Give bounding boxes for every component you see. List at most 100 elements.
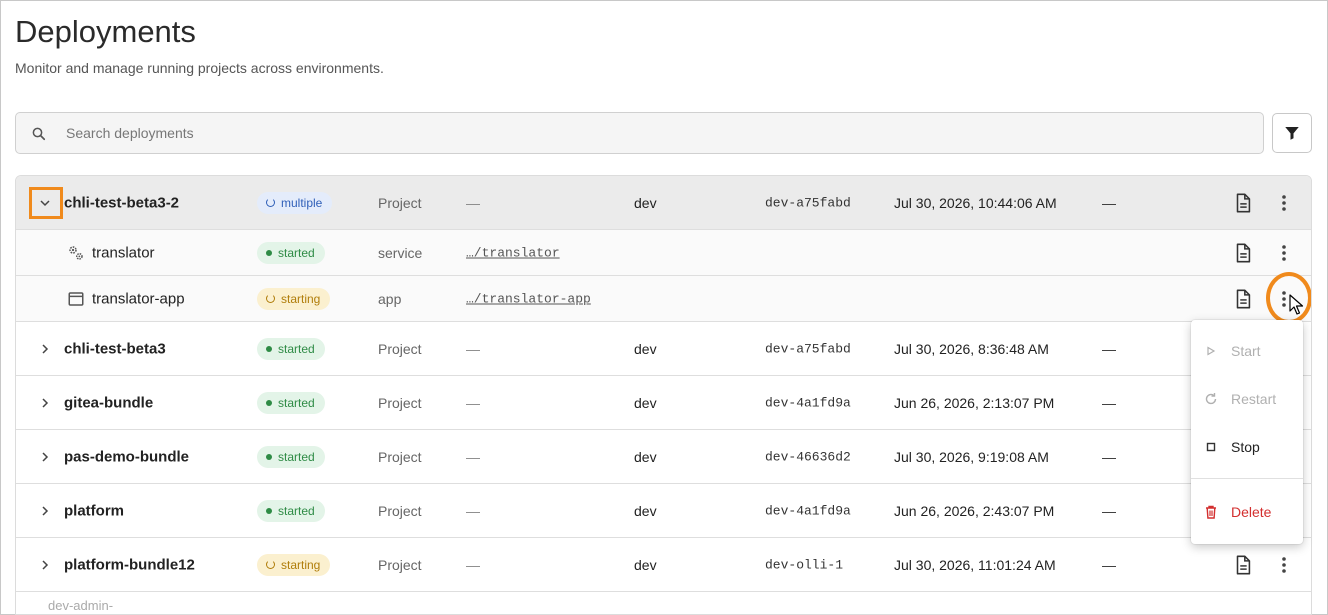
project-name[interactable]: platform xyxy=(64,502,124,519)
status-dot-icon xyxy=(266,453,272,460)
extra-cell: — xyxy=(1102,340,1116,357)
extra-cell: — xyxy=(1102,556,1116,573)
extra-cell: — xyxy=(1102,194,1116,211)
version-cell: dev-a75fabd xyxy=(765,341,851,356)
project-name[interactable]: chli-test-beta3-2 xyxy=(64,194,179,211)
expand-toggle[interactable] xyxy=(34,446,56,468)
stop-icon xyxy=(1206,442,1216,452)
component-name: translator-app xyxy=(92,290,185,307)
expand-toggle[interactable] xyxy=(34,392,56,414)
chevron-down-icon xyxy=(40,199,50,206)
status-text: started xyxy=(278,395,315,410)
document-icon[interactable] xyxy=(1232,554,1254,576)
path-cell: — xyxy=(466,194,480,211)
search-input[interactable] xyxy=(66,113,1246,153)
expand-toggle[interactable] xyxy=(34,338,56,360)
status-badge: started xyxy=(257,391,325,414)
status-text: starting xyxy=(281,291,321,306)
type-cell: Project xyxy=(378,448,422,465)
project-name[interactable]: chli-test-beta3 xyxy=(64,340,166,357)
table-row[interactable]: platform-bundle12 starting Project — dev… xyxy=(16,538,1311,592)
component-name: translator xyxy=(92,244,155,261)
more-button[interactable] xyxy=(1274,555,1294,575)
deployments-table: chli-test-beta3-2 multiple Project — dev… xyxy=(15,175,1312,615)
row-actions-menu: Start Restart Stop Delete xyxy=(1191,320,1303,544)
env-cell: dev xyxy=(634,340,657,357)
expand-toggle[interactable] xyxy=(34,500,56,522)
status-text: multiple xyxy=(281,195,323,210)
table-row[interactable]: platform started Project — dev dev-4a1fd… xyxy=(16,484,1311,538)
path-link[interactable]: …/translator-app xyxy=(466,291,591,306)
spinner-icon xyxy=(266,294,275,303)
table-row[interactable]: translator started service …/translator xyxy=(16,230,1311,276)
path-link[interactable]: …/translator xyxy=(466,245,560,260)
version-cell: dev-46636d2 xyxy=(765,449,851,464)
chevron-right-icon xyxy=(42,397,49,408)
project-name[interactable]: platform-bundle12 xyxy=(64,556,195,573)
filter-button[interactable] xyxy=(1272,113,1312,153)
date-cell: Jul 30, 2026, 9:19:08 AM xyxy=(894,448,1049,465)
more-button[interactable] xyxy=(1274,243,1294,263)
document-icon[interactable] xyxy=(1232,288,1254,310)
page-title: Deployments xyxy=(15,14,196,49)
path-cell: — xyxy=(466,394,480,411)
more-button[interactable] xyxy=(1274,193,1294,213)
env-cell: dev xyxy=(634,394,657,411)
status-badge: started xyxy=(257,337,325,360)
type-cell: Project xyxy=(378,394,422,411)
date-cell: Jul 30, 2026, 8:36:48 AM xyxy=(894,340,1049,357)
version-cell: dev-olli-1 xyxy=(765,557,844,572)
extra-cell: — xyxy=(1102,448,1116,465)
env-cell: dev xyxy=(634,194,657,211)
status-text: starting xyxy=(281,557,321,572)
status-text: started xyxy=(278,341,315,356)
date-cell: Jul 30, 2026, 11:01:24 AM xyxy=(894,556,1056,573)
path-cell: — xyxy=(466,340,480,357)
menu-item-label: Start xyxy=(1231,343,1261,359)
status-dot-icon xyxy=(266,345,272,352)
table-row[interactable]: chli-test-beta3 started Project — dev de… xyxy=(16,322,1311,376)
expand-toggle[interactable] xyxy=(34,554,56,576)
more-vertical-icon xyxy=(1282,556,1286,573)
spinner-icon xyxy=(266,198,275,207)
env-cell: dev xyxy=(634,556,657,573)
table-row[interactable]: gitea-bundle started Project — dev dev-4… xyxy=(16,376,1311,430)
status-text: started xyxy=(278,503,315,518)
chevron-right-icon xyxy=(42,559,49,570)
date-cell: Jun 26, 2026, 2:13:07 PM xyxy=(894,394,1055,411)
table-row[interactable]: chli-test-beta3-2 multiple Project — dev… xyxy=(16,176,1311,230)
table-row[interactable]: pas-demo-bundle started Project — dev de… xyxy=(16,430,1311,484)
more-vertical-icon xyxy=(1282,290,1286,307)
type-cell: Project xyxy=(378,556,422,573)
version-cell: dev-4a1fd9a xyxy=(765,395,851,410)
version-cell: dev-4a1fd9a xyxy=(765,503,851,518)
type-cell: Project xyxy=(378,502,422,519)
date-cell: Jul 30, 2026, 10:44:06 AM xyxy=(894,194,1057,211)
version-cell: dev-a75fabd xyxy=(765,195,851,210)
document-icon[interactable] xyxy=(1232,242,1254,264)
more-vertical-icon xyxy=(1282,194,1286,211)
menu-item-start[interactable]: Start xyxy=(1191,329,1303,373)
path-cell: — xyxy=(466,502,480,519)
more-vertical-icon xyxy=(1282,244,1286,261)
status-badge: starting xyxy=(257,553,331,576)
status-dot-icon xyxy=(266,399,272,406)
document-icon[interactable] xyxy=(1232,192,1254,214)
env-cell: dev xyxy=(634,502,657,519)
menu-item-label: Stop xyxy=(1231,439,1260,455)
menu-item-restart[interactable]: Restart xyxy=(1191,377,1303,421)
menu-item-stop[interactable]: Stop xyxy=(1191,425,1303,469)
status-badge: starting xyxy=(257,287,331,310)
table-row[interactable]: translator-app starting app …/translator… xyxy=(16,272,1311,324)
status-badge: started xyxy=(257,499,325,522)
status-dot-icon xyxy=(266,249,272,256)
project-name[interactable]: pas-demo-bundle xyxy=(64,448,189,465)
menu-item-delete[interactable]: Delete xyxy=(1191,490,1303,534)
chevron-right-icon xyxy=(42,451,49,462)
filter-icon xyxy=(1285,127,1299,140)
status-text: started xyxy=(278,449,315,464)
collapse-toggle[interactable] xyxy=(34,192,56,214)
spinner-icon xyxy=(266,560,275,569)
play-icon xyxy=(1207,346,1216,356)
project-name[interactable]: gitea-bundle xyxy=(64,394,153,411)
